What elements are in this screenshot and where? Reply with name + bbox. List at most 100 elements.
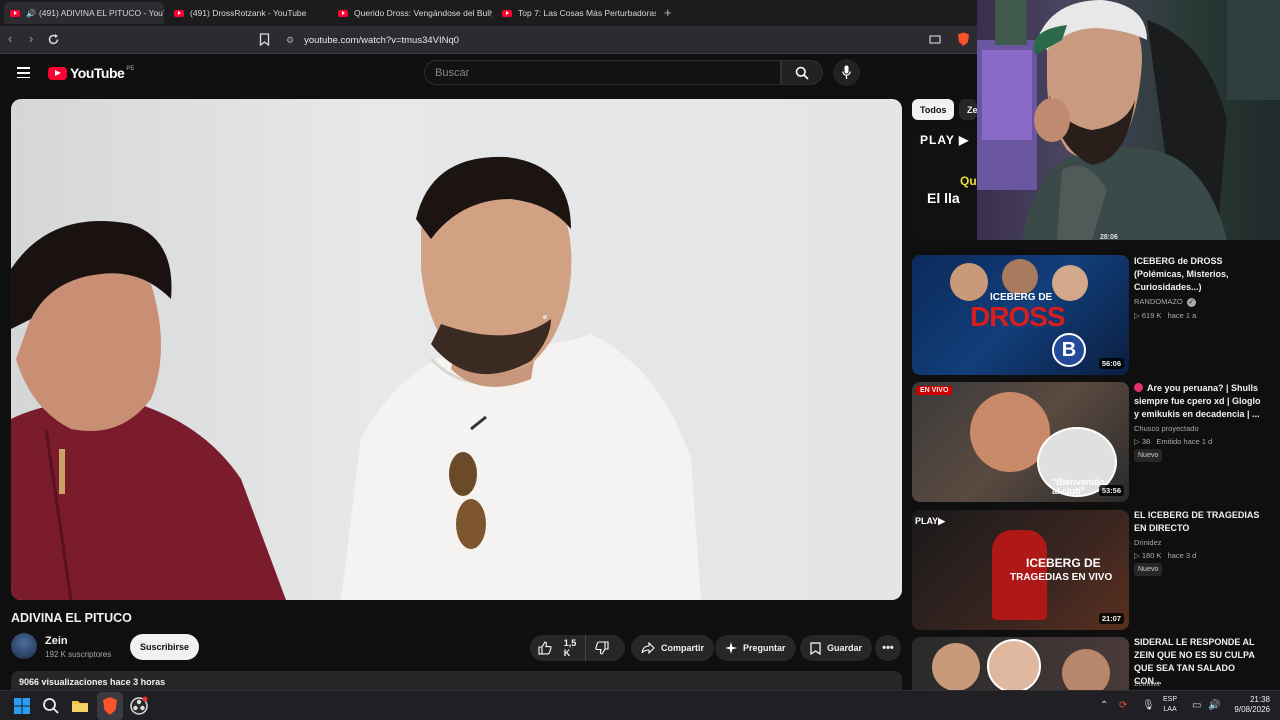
recommended-thumbnail[interactable]: EN VIVO "Bienvenido al club" 53:56: [912, 382, 1129, 502]
recommended-title[interactable]: ICEBERG de DROSS (Polémicas, Misterios, …: [1134, 255, 1264, 294]
verified-icon: ✓: [1186, 298, 1196, 307]
tab-title: (491) DrossRotzank - YouTube: [190, 8, 307, 18]
thumb-text: TRAGEDIAS EN VIVO: [1010, 572, 1113, 583]
forward-icon[interactable]: ›: [29, 31, 33, 46]
view-count: 619 K: [1141, 311, 1162, 320]
search-icon[interactable]: [41, 696, 61, 716]
brand-b-logo: B: [1052, 333, 1086, 367]
menu-icon[interactable]: [17, 67, 30, 79]
thumbs-up-icon: [538, 641, 552, 655]
display-icon[interactable]: ▭: [1192, 700, 1201, 711]
volume-icon[interactable]: 🔊: [1208, 700, 1220, 711]
browser-tab[interactable]: (491) DrossRotzank - YouTube: [168, 2, 328, 24]
video-title: ADIVINA EL PITUCO: [11, 611, 132, 625]
clock[interactable]: 21:38 9/08/2026: [1226, 695, 1270, 715]
play-count-icon: ▷: [1134, 311, 1140, 320]
recommended-meta: ▷ 38 Emitido hace 1 d: [1134, 437, 1212, 446]
youtube-favicon-icon: [502, 9, 512, 17]
duration-badge: 53:56: [1098, 485, 1124, 496]
recommended-channel[interactable]: Drinidez: [1134, 538, 1162, 547]
reload-icon[interactable]: [47, 33, 60, 46]
more-actions-icon[interactable]: •••: [875, 635, 901, 661]
video-player[interactable]: [11, 99, 902, 600]
recommended-title[interactable]: Are you peruana? | Shulls siempre fue cp…: [1134, 382, 1264, 421]
new-badge: Nuevo: [1134, 449, 1163, 462]
thumb-face: [987, 639, 1041, 690]
play-count-icon: ▷: [1134, 551, 1140, 560]
search-placeholder: Buscar: [435, 66, 470, 79]
search-button[interactable]: [781, 60, 823, 85]
share-button[interactable]: Compartir: [631, 635, 715, 661]
windows-start-icon[interactable]: [12, 696, 32, 716]
recommended-thumbnail[interactable]: PLAY▶ ICEBERG DE TRAGEDIAS EN VIVO 21:07: [912, 510, 1129, 630]
language-indicator[interactable]: ESP LAA: [1163, 695, 1177, 715]
browser-tab[interactable]: Top 7: Las Cosas Más Perturbadoras: [496, 2, 656, 24]
save-label: Guardar: [827, 643, 863, 653]
thumb-face: [950, 263, 988, 301]
brave-shield-icon[interactable]: [957, 32, 970, 47]
recommended-channel[interactable]: Zeintwit: [1134, 679, 1160, 688]
save-button[interactable]: Guardar: [800, 635, 873, 661]
microphone-icon[interactable]: 🎙: [1142, 700, 1155, 711]
webcam-feed: [977, 0, 1280, 240]
chip-todos[interactable]: Todos: [912, 99, 955, 120]
ask-label: Preguntar: [743, 643, 786, 653]
thumb-text: PLAY▶: [915, 516, 946, 526]
view-count: 38: [1141, 437, 1151, 446]
file-explorer-icon[interactable]: [70, 696, 90, 716]
speaker-icon[interactable]: 🔊: [26, 9, 36, 18]
browser-tab-active[interactable]: 🔊 (491) ADIVINA EL PITUCO - YouTube ✕: [4, 2, 164, 24]
brave-browser-icon[interactable]: [100, 696, 120, 716]
site-settings-icon[interactable]: ⚙: [286, 35, 294, 46]
webcam-overlay: [977, 0, 1280, 240]
recommended-meta: ▷ 180 K hace 3 d: [1134, 551, 1196, 560]
recommended-meta: ▷ 619 K hace 1 a: [1134, 311, 1196, 320]
ask-button[interactable]: Preguntar: [715, 635, 796, 661]
youtube-play-logo-icon: [48, 66, 67, 80]
lang-line2: LAA: [1163, 706, 1177, 713]
channel-avatar[interactable]: [11, 633, 37, 659]
new-tab-icon[interactable]: +: [664, 5, 672, 20]
clock-time: 21:38: [1249, 695, 1270, 704]
subscriber-count: 192 K suscriptores: [45, 650, 112, 659]
channel-name[interactable]: Zein: [45, 635, 68, 647]
voice-search-button[interactable]: [833, 59, 860, 86]
youtube-logo[interactable]: YouTube PE: [48, 65, 134, 81]
youtube-favicon-icon: [338, 9, 348, 17]
description-box[interactable]: 9066 visualizaciones hace 3 horas: [11, 671, 902, 691]
clock-date: 9/08/2026: [1234, 705, 1270, 714]
thumb-text: Qu: [960, 174, 977, 188]
recommended-title[interactable]: EL ICEBERG DE TRAGEDIAS EN DIRECTO: [1134, 509, 1264, 535]
back-icon[interactable]: ‹: [8, 31, 12, 46]
cast-icon[interactable]: [929, 35, 941, 45]
play-count-icon: ▷: [1134, 437, 1140, 446]
recommended-channel[interactable]: RANDOMAZO ✓: [1134, 297, 1196, 307]
subscribe-button[interactable]: Suscribirse: [130, 634, 199, 660]
video-frame: [11, 156, 701, 600]
recommended-thumbnail[interactable]: [912, 637, 1129, 690]
thumb-text: DROSS: [970, 301, 1066, 332]
search-input[interactable]: Buscar: [424, 60, 781, 85]
share-icon: [641, 642, 655, 654]
new-badge: Nuevo: [1134, 563, 1163, 576]
recommended-channel[interactable]: Chusco proyectado: [1134, 424, 1199, 433]
url-field[interactable]: ⚙ youtube.com/watch?v=tmus34VINq0: [280, 30, 970, 50]
duration-badge: 56:06: [1098, 358, 1124, 369]
thumb-face: [1062, 649, 1110, 690]
obs-icon[interactable]: [129, 696, 149, 716]
recommended-thumbnail[interactable]: ICEBERG DE DROSS B 56:06: [912, 255, 1129, 375]
youtube-favicon-icon: [174, 9, 184, 17]
chip-ze[interactable]: Ze: [959, 99, 977, 120]
like-button[interactable]: 1,5 K: [530, 635, 586, 661]
bookmark-icon[interactable]: [259, 33, 270, 46]
dislike-button[interactable]: [586, 635, 624, 661]
thumb-face: [932, 643, 980, 690]
browser-tab[interactable]: Querido Dross: Vengándose del Bully: [332, 2, 492, 24]
sparkle-icon: [725, 642, 737, 654]
tab-title: Top 7: Las Cosas Más Perturbadoras: [518, 8, 656, 18]
sync-icon[interactable]: ⟳: [1119, 700, 1127, 711]
title-text: Are you peruana? | Shulls siempre fue cp…: [1134, 383, 1261, 419]
thumb-face: [1052, 265, 1088, 301]
microphone-icon: [842, 65, 851, 79]
chevron-up-icon[interactable]: ⌃: [1100, 700, 1108, 711]
